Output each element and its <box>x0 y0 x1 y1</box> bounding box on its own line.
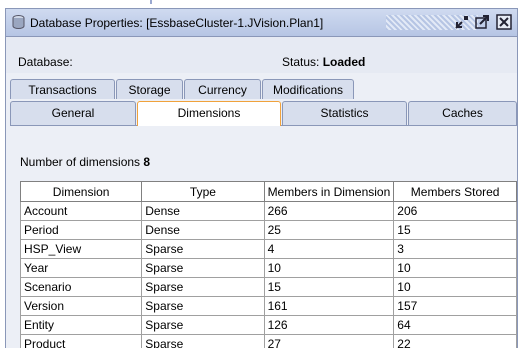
cell-members-in-dimension: 15 <box>264 278 394 297</box>
database-status-row: Database: Status: Loaded <box>6 37 517 73</box>
cell-members-stored: 22 <box>394 335 517 348</box>
cell-members-in-dimension: 10 <box>264 259 394 278</box>
cell-type: Sparse <box>142 316 264 335</box>
cell-dimension: Account <box>21 202 142 221</box>
table-row[interactable]: Account Dense 266 206 <box>21 202 517 221</box>
cell-type: Dense <box>142 221 264 240</box>
cell-type: Sparse <box>142 278 264 297</box>
tab-row-back: Transactions Storage Currency Modificati… <box>10 79 517 101</box>
close-icon[interactable] <box>496 14 512 30</box>
float-icon[interactable] <box>454 14 470 30</box>
cell-members-stored: 206 <box>394 202 517 221</box>
cell-members-stored: 10 <box>394 278 517 297</box>
tab-label: Transactions <box>28 83 96 97</box>
table-header-row: Dimension Type Members in Dimension Memb… <box>21 182 517 202</box>
status-caption: Status: <box>282 55 319 69</box>
cell-members-in-dimension: 4 <box>264 240 394 259</box>
dimension-count: Number of dimensions 8 <box>20 155 150 169</box>
maximize-icon[interactable] <box>474 14 490 30</box>
tab-statistics[interactable]: Statistics <box>282 101 407 125</box>
database-label: Database: <box>18 55 73 69</box>
dimensions-panel: Number of dimensions 8 Dimension Type Me… <box>10 126 517 348</box>
tab-storage[interactable]: Storage <box>116 79 183 99</box>
tab-transactions[interactable]: Transactions <box>10 79 115 99</box>
cell-dimension: Version <box>21 297 142 316</box>
tab-currency[interactable]: Currency <box>184 79 261 99</box>
status-value: Loaded <box>323 55 366 69</box>
table-row[interactable]: Version Sparse 161 157 <box>21 297 517 316</box>
cell-members-stored: 157 <box>394 297 517 316</box>
title-bar[interactable]: Database Properties: [EssbaseCluster-1.J… <box>6 9 517 37</box>
cell-dimension: Product <box>21 335 142 348</box>
cell-type: Sparse <box>142 297 264 316</box>
cell-dimension: HSP_View <box>21 240 142 259</box>
column-header-members-stored[interactable]: Members Stored <box>394 182 517 202</box>
cell-members-stored: 64 <box>394 316 517 335</box>
tab-label: Currency <box>198 83 247 97</box>
tab-dimensions[interactable]: Dimensions <box>137 101 281 126</box>
tab-label: Statistics <box>320 106 368 120</box>
status-label: Status: Loaded <box>282 55 365 69</box>
cell-dimension: Year <box>21 259 142 278</box>
table-row[interactable]: HSP_View Sparse 4 3 <box>21 240 517 259</box>
cell-members-in-dimension: 161 <box>264 297 394 316</box>
tab-general[interactable]: General <box>10 101 136 125</box>
decorative-mark <box>150 0 152 4</box>
dimension-count-label: Number of dimensions <box>20 155 140 169</box>
tab-label: Caches <box>442 106 483 120</box>
cell-type: Sparse <box>142 335 264 348</box>
cell-members-stored: 15 <box>394 221 517 240</box>
cell-type: Sparse <box>142 259 264 278</box>
table-row[interactable]: Entity Sparse 126 64 <box>21 316 517 335</box>
table-row[interactable]: Period Dense 25 15 <box>21 221 517 240</box>
tab-row-front: General Dimensions Statistics Caches <box>10 101 517 126</box>
cell-members-stored: 10 <box>394 259 517 278</box>
cell-dimension: Period <box>21 221 142 240</box>
column-header-dimension[interactable]: Dimension <box>21 182 142 202</box>
table-row[interactable]: Product Sparse 27 22 <box>21 335 517 348</box>
cell-dimension: Scenario <box>21 278 142 297</box>
database-properties-window: Database Properties: [EssbaseCluster-1.J… <box>5 8 518 348</box>
dimension-count-value: 8 <box>143 155 150 169</box>
table-row[interactable]: Scenario Sparse 15 10 <box>21 278 517 297</box>
cell-type: Dense <box>142 202 264 221</box>
cell-dimension: Entity <box>21 316 142 335</box>
tab-label: Storage <box>128 83 170 97</box>
tab-modifications[interactable]: Modifications <box>262 79 354 99</box>
cell-members-in-dimension: 25 <box>264 221 394 240</box>
tab-label: Dimensions <box>178 106 241 120</box>
database-icon <box>12 15 25 29</box>
tab-caches[interactable]: Caches <box>408 101 517 125</box>
cell-members-stored: 3 <box>394 240 517 259</box>
column-header-type[interactable]: Type <box>142 182 264 202</box>
table-row[interactable]: Year Sparse 10 10 <box>21 259 517 278</box>
cell-type: Sparse <box>142 240 264 259</box>
column-header-members-in-dimension[interactable]: Members in Dimension <box>264 182 394 202</box>
tab-label: Modifications <box>273 83 343 97</box>
window-title: Database Properties: [EssbaseCluster-1.J… <box>30 16 323 30</box>
cell-members-in-dimension: 266 <box>264 202 394 221</box>
cell-members-in-dimension: 27 <box>264 335 394 348</box>
dimensions-table: Dimension Type Members in Dimension Memb… <box>20 181 517 348</box>
tab-label: General <box>52 106 95 120</box>
cell-members-in-dimension: 126 <box>264 316 394 335</box>
